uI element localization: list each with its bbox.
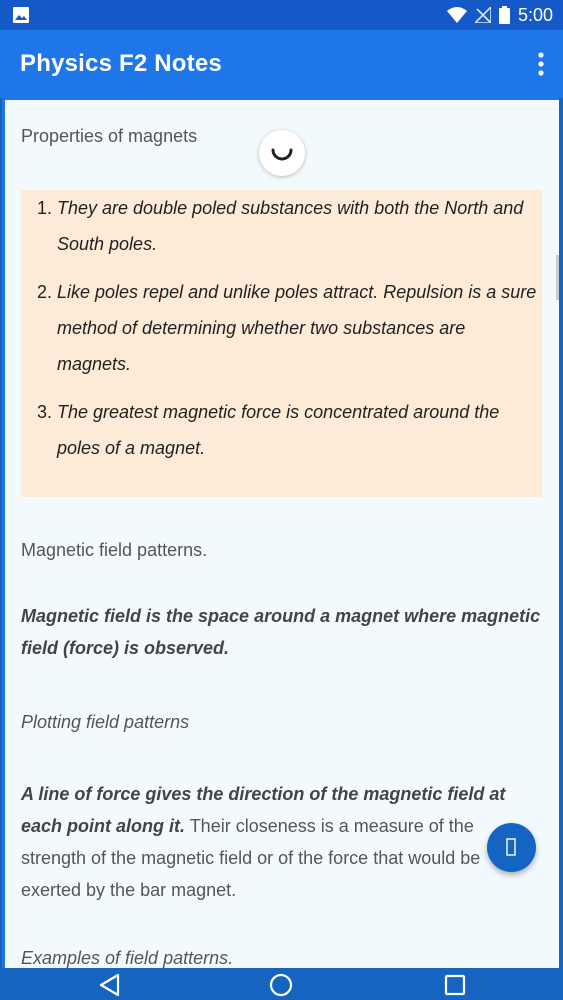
more-vert-icon[interactable] <box>537 52 545 76</box>
list-item: They are double poled substances with bo… <box>57 190 542 262</box>
recents-icon[interactable] <box>442 973 468 997</box>
status-bar: 5:00 <box>0 0 563 30</box>
back-icon[interactable] <box>97 973 123 997</box>
app-title: Physics F2 Notes <box>20 50 222 77</box>
content-frame: Properties of magnets They are double po… <box>2 98 559 968</box>
app-bar: Physics F2 Notes <box>0 30 563 98</box>
heading-properties: Properties of magnets <box>21 126 198 146</box>
navigation-bar <box>0 970 563 1000</box>
properties-list: They are double poled substances with bo… <box>21 190 542 466</box>
loading-spinner <box>259 130 305 176</box>
heading-field-patterns: Magnetic field patterns. <box>21 540 208 560</box>
line-of-force-paragraph: A line of force gives the direction of t… <box>21 778 541 906</box>
definition-text: Magnetic field is the space around a mag… <box>21 606 541 658</box>
heading-plotting: Plotting field patterns <box>21 712 190 732</box>
heading-examples: Examples of field patterns. <box>21 948 234 968</box>
home-icon[interactable] <box>268 973 294 997</box>
scrollbar[interactable] <box>556 255 559 300</box>
status-time: 5:00 <box>517 4 553 25</box>
notes-content[interactable]: Properties of magnets They are double po… <box>5 100 559 968</box>
fab-icon <box>506 838 516 856</box>
list-item: Like poles repel and unlike poles attrac… <box>57 274 542 382</box>
battery-icon <box>498 6 510 24</box>
status-icons: 5:00 <box>446 0 553 30</box>
spinner-icon <box>271 148 293 161</box>
properties-box: They are double poled substances with bo… <box>21 190 542 497</box>
floating-action-button[interactable] <box>487 823 536 872</box>
gallery-icon <box>13 7 29 23</box>
list-item: The greatest magnetic force is concentra… <box>57 394 542 466</box>
wifi-icon <box>446 7 467 23</box>
no-signal-icon <box>474 7 491 23</box>
